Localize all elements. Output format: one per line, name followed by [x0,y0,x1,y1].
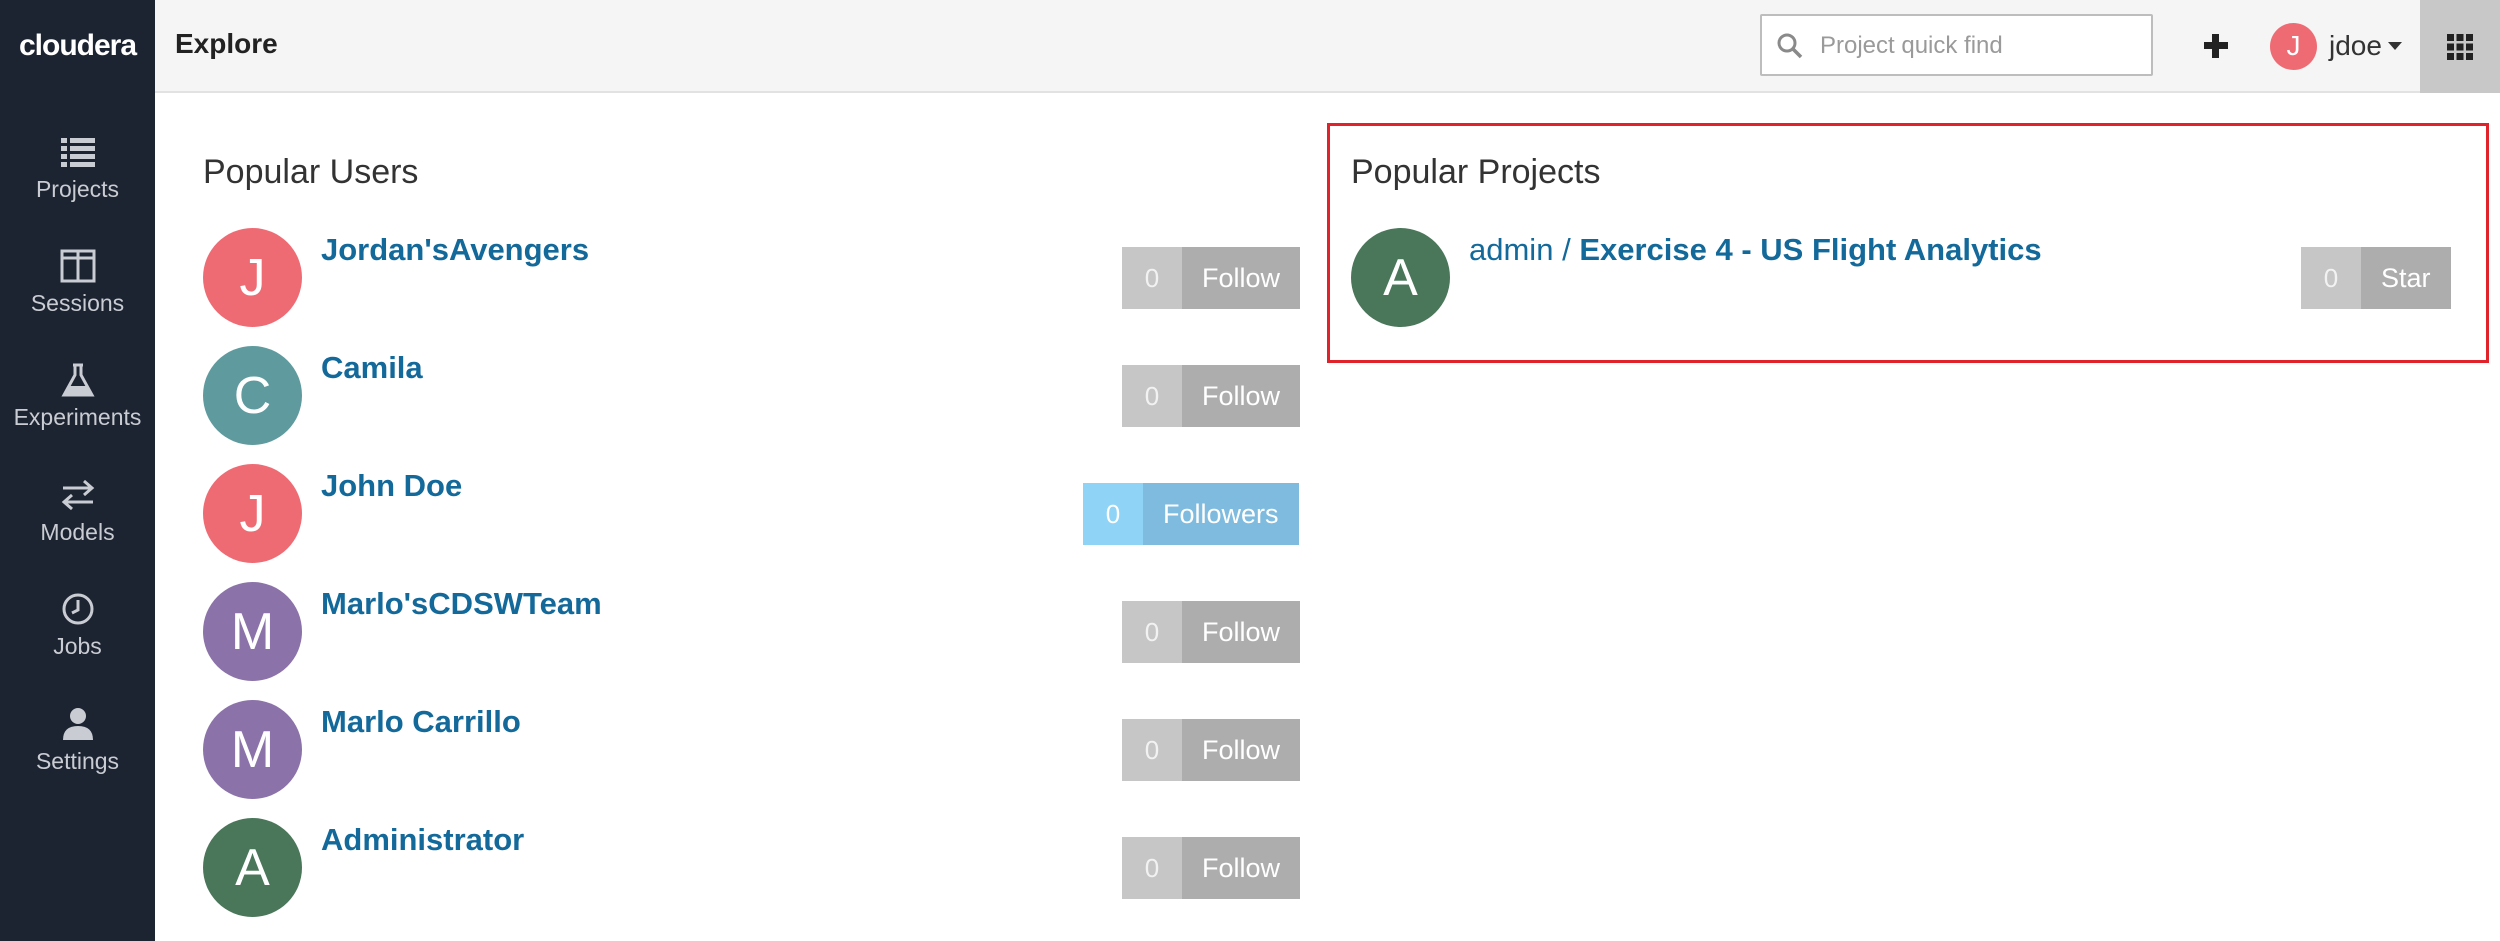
sidebar-item-settings[interactable]: Settings [0,706,155,806]
user-link[interactable]: Camila [321,350,423,386]
follow-count: 0 [1122,719,1182,781]
follow-button[interactable]: 0 Follow [1122,601,1301,663]
sidebar-item-label: Settings [35,748,120,774]
sidebar-item-label: Projects [35,176,120,202]
list-icon [60,138,95,167]
user-link[interactable]: Administrator [321,822,524,858]
sidebar-item-label: Jobs [53,633,102,659]
avatar: J [203,228,302,327]
follow-button[interactable]: 0 Follow [1122,719,1301,781]
sidebar-item-sessions[interactable]: Sessions [0,248,155,348]
sidebar-item-experiments[interactable]: Experiments [0,362,155,462]
follow-count: 0 [1122,365,1182,427]
sidebar-item-label: Sessions [30,290,125,316]
caret-down-icon [2387,42,2402,50]
follow-label: Followers [1143,483,1299,545]
popular-projects-title: Popular Projects [1351,153,1601,191]
avatar: J [203,464,302,563]
project-separator: / [1562,232,1571,267]
columns-icon [60,249,95,283]
apps-menu-button[interactable] [2420,0,2500,93]
sidebar-item-label: Models [40,519,115,545]
project-title: admin / Exercise 4 - US Flight Analytics [1469,232,2042,268]
clock-icon [62,593,93,625]
top-header: Explore J jdoe [155,0,2500,93]
follow-label: Follow [1182,247,1301,309]
user-link[interactable]: Jordan'sAvengers [321,232,589,268]
follow-count: 0 [1083,483,1143,545]
avatar: A [1351,228,1450,327]
sidebar-item-projects[interactable]: Projects [0,134,155,234]
cloudera-logo[interactable]: cloudera [0,0,155,92]
arrows-icon [61,479,94,511]
star-count: 0 [2301,247,2361,309]
follow-count: 0 [1122,601,1182,663]
follow-button[interactable]: 0 Follow [1122,365,1301,427]
project-owner-link[interactable]: admin [1469,232,1553,267]
user-menu[interactable]: J jdoe [2270,22,2402,70]
grid-icon [2447,33,2473,60]
list-item: J Jordan'sAvengers 0 Follow [203,228,1303,328]
user-icon [62,708,93,740]
sidebar: cloudera Projects Sessions Experiments M… [0,0,155,941]
follow-button[interactable]: 0 Follow [1122,837,1301,899]
project-quick-find[interactable] [1760,14,2153,76]
project-link[interactable]: Exercise 4 - US Flight Analytics [1579,232,2041,267]
search-icon [1777,33,1803,59]
list-item: A Administrator 0 Follow [203,818,1303,918]
avatar: M [203,700,302,799]
followers-button[interactable]: 0 Followers [1083,483,1299,545]
sidebar-item-models[interactable]: Models [0,477,155,577]
user-name: jdoe [2329,30,2382,61]
search-input[interactable] [1820,26,2140,66]
user-link[interactable]: Marlo Carrillo [321,704,521,740]
list-item: C Camila 0 Follow [203,346,1303,446]
list-item: J John Doe 0 Followers [203,464,1303,564]
list-item: A admin / Exercise 4 - US Flight Analyti… [1351,228,2451,328]
sidebar-item-jobs[interactable]: Jobs [0,591,155,691]
popular-users-title: Popular Users [203,153,419,191]
star-button[interactable]: 0 Star [2301,247,2451,309]
sidebar-item-label: Experiments [13,404,142,430]
plus-icon [2204,34,2228,58]
avatar: C [203,346,302,445]
avatar: A [203,818,302,917]
user-link[interactable]: John Doe [321,468,462,504]
user-link[interactable]: Marlo'sCDSWTeam [321,586,602,622]
follow-label: Follow [1182,365,1301,427]
follow-count: 0 [1122,837,1182,899]
star-label: Star [2361,247,2451,309]
avatar: M [203,582,302,681]
follow-label: Follow [1182,719,1301,781]
avatar: J [2270,22,2317,70]
follow-button[interactable]: 0 Follow [1122,247,1301,309]
list-item: M Marlo'sCDSWTeam 0 Follow [203,582,1303,682]
flask-icon [60,363,95,397]
add-button[interactable] [2196,24,2236,68]
follow-count: 0 [1122,247,1182,309]
page-title: Explore [175,28,278,59]
follow-label: Follow [1182,601,1301,663]
list-item: M Marlo Carrillo 0 Follow [203,700,1303,800]
follow-label: Follow [1182,837,1301,899]
